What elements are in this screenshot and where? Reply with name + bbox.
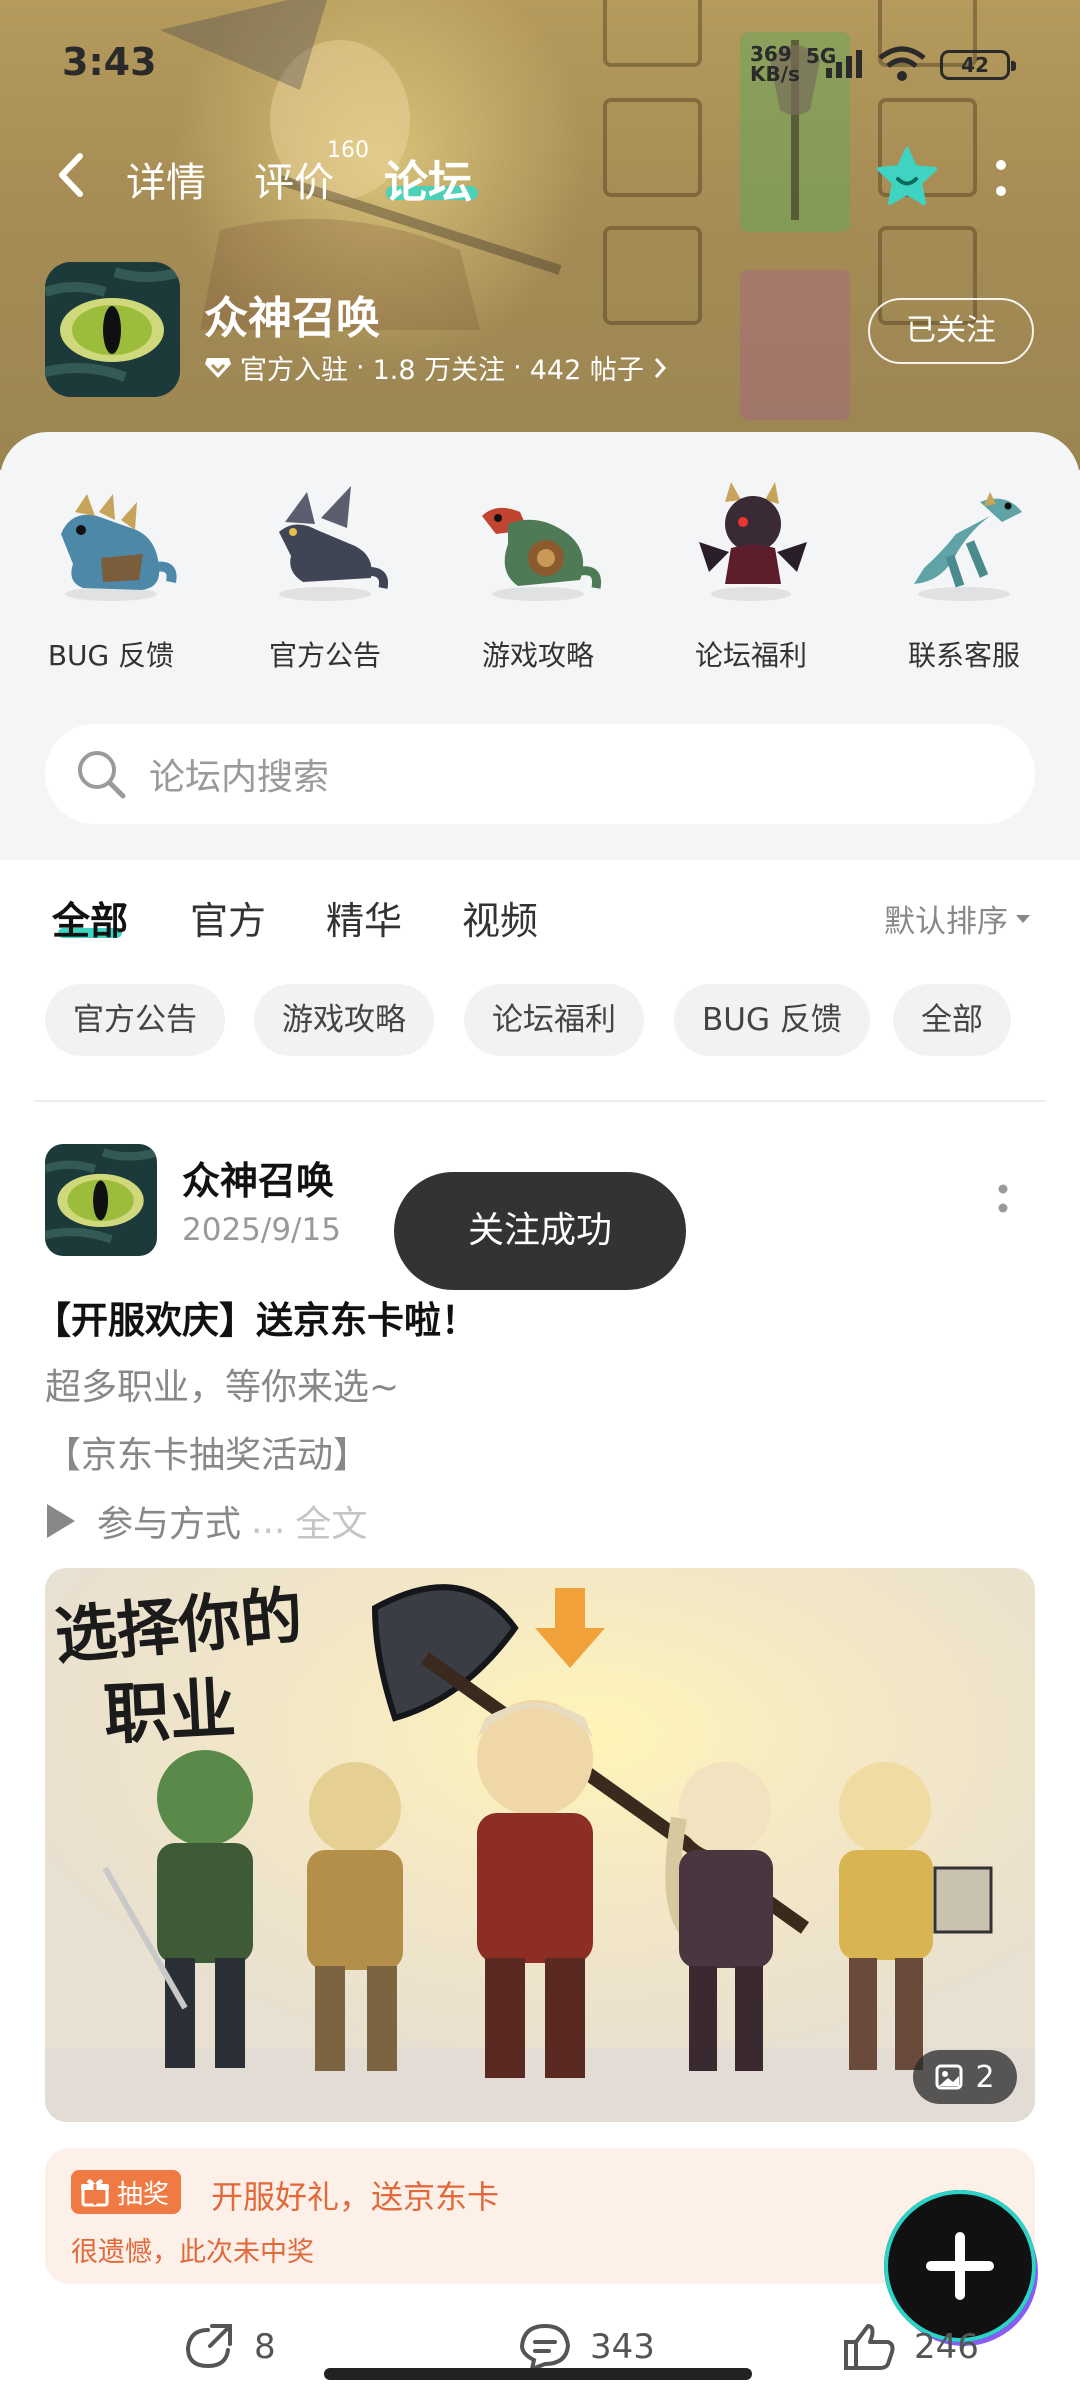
status-bar: 3:43 369 KB/s 5G 42 (0, 0, 1080, 130)
status-time: 3:43 (62, 40, 157, 84)
section-game-guide[interactable]: 游戏攻略 (448, 472, 628, 674)
app-title: 众神召唤 (204, 293, 380, 344)
share-icon (185, 2324, 232, 2369)
chevron-right-icon (654, 357, 666, 378)
verified-diamond-icon (205, 357, 231, 378)
meta-separator: · (356, 352, 365, 383)
lottery-title: 开服好礼，送京东卡 (211, 2178, 500, 2216)
comment-icon (519, 2323, 571, 2372)
post-body-line: 【京东卡抽奖活动】 (45, 1435, 370, 1476)
section-contact-support[interactable]: 联系客服 (874, 472, 1054, 674)
follow-success-toast: 关注成功 (394, 1172, 686, 1290)
lottery-tag: 抽奖 (71, 2170, 182, 2214)
home-indicator[interactable] (324, 2368, 752, 2380)
post-date: 2025/9/15 (182, 1212, 341, 1248)
filter-tab-official[interactable]: 官方 (190, 890, 266, 945)
app-meta[interactable]: 官方入驻 · 1.8 万关注 · 442 帖子 (204, 348, 668, 387)
following-button[interactable]: 已关注 (868, 298, 1034, 364)
post-author[interactable]: 众神召唤 (182, 1150, 334, 1205)
network-speed: 369 KB/s (750, 42, 800, 86)
back-arrow-icon[interactable] (52, 150, 92, 200)
follower-count: 1.8 万关注 (372, 355, 506, 386)
dragon-icon (699, 482, 807, 601)
chip-game-guide[interactable]: 游戏攻略 (254, 984, 434, 1056)
dragon-icon (914, 492, 1022, 601)
dragon-eye-icon (45, 262, 180, 397)
filter-tab-video[interactable]: 视频 (462, 890, 538, 945)
section-official-notice[interactable]: 官方公告 (235, 472, 415, 674)
forum-sections-card: BUG 反馈 官方公告 游戏攻略 论坛福利 联系客服 论坛内搜索 (0, 432, 1080, 860)
app-icon[interactable] (45, 262, 180, 397)
chip-bug-feedback[interactable]: BUG 反馈 (674, 984, 870, 1056)
post-image[interactable]: 选择你的 职业 2 (45, 1568, 1035, 2122)
chip-all[interactable]: 全部 (893, 984, 1011, 1056)
review-count-badge: 160 (327, 138, 369, 163)
sort-dropdown[interactable]: 默认排序 (884, 896, 1032, 941)
meta-separator: · (513, 352, 522, 383)
comment-count: 343 (590, 2327, 655, 2367)
star-follow-icon[interactable] (876, 146, 938, 208)
share-button[interactable]: 8 (182, 2322, 276, 2372)
gallery-icon (935, 2064, 963, 2090)
author-avatar[interactable] (45, 1144, 157, 1256)
section-forum-benefits[interactable]: 论坛福利 (661, 472, 841, 674)
comment-button[interactable]: 343 (518, 2322, 655, 2372)
image-count-badge: 2 (913, 2050, 1017, 2104)
filter-tab-featured[interactable]: 精华 (326, 890, 402, 945)
post-title[interactable]: 【开服欢庆】送京东卡啦！ (34, 1290, 478, 1344)
section-bug-feedback[interactable]: BUG 反馈 (21, 472, 201, 674)
ellipsis: ... (251, 1500, 286, 1542)
more-options-icon[interactable] (994, 158, 1008, 198)
thumbs-up-icon (844, 2324, 895, 2370)
dragon-icon (279, 486, 389, 601)
tab-details[interactable]: 详情 (126, 150, 206, 208)
verified-label: 官方入驻 (240, 355, 348, 386)
signal-icon (826, 50, 862, 78)
caret-down-icon (1016, 914, 1030, 923)
post-more-icon[interactable] (996, 1182, 1010, 1222)
create-post-button[interactable] (884, 2190, 1036, 2342)
dragon-eye-icon (45, 1144, 157, 1256)
post-body-line: 超多职业，等你来选~ (45, 1367, 400, 1408)
wifi-icon (878, 46, 926, 81)
share-count: 8 (254, 2327, 276, 2367)
post-count: 442 帖子 (529, 355, 644, 386)
tab-forum[interactable]: 论坛 (384, 146, 472, 210)
battery-icon: 42 (940, 50, 1016, 80)
dragon-icon (61, 494, 177, 601)
tab-reviews[interactable]: 评价 (254, 150, 334, 208)
image-caption: 职业 (102, 1670, 238, 1754)
lottery-result: 很遗憾，此次未中奖 (71, 2237, 314, 2268)
choose-class-artwork: 选择你的 职业 (45, 1568, 1035, 2122)
divider (34, 1100, 1046, 1102)
like-count: 246 (914, 2327, 979, 2367)
forum-search-input[interactable]: 论坛内搜索 (45, 724, 1035, 824)
game-header-banner: 3:43 369 KB/s 5G 42 详情 评价 160 论坛 众神召唤 官方… (0, 0, 1080, 470)
search-icon (78, 751, 126, 799)
search-placeholder: 论坛内搜索 (149, 757, 330, 798)
dragon-icon (482, 507, 602, 601)
chip-forum-benefits[interactable]: 论坛福利 (464, 984, 644, 1056)
chip-official-notice[interactable]: 官方公告 (45, 984, 225, 1056)
plus-icon (926, 2232, 994, 2300)
play-triangle-icon (47, 1504, 75, 1538)
like-button[interactable]: 246 (842, 2322, 979, 2372)
gift-icon (81, 2179, 109, 2207)
post-body-line: 参与方式 ... 全文 (45, 1495, 367, 1547)
filter-tab-all[interactable]: 全部 (52, 890, 128, 945)
full-text-link[interactable]: 全文 (295, 1495, 367, 1547)
